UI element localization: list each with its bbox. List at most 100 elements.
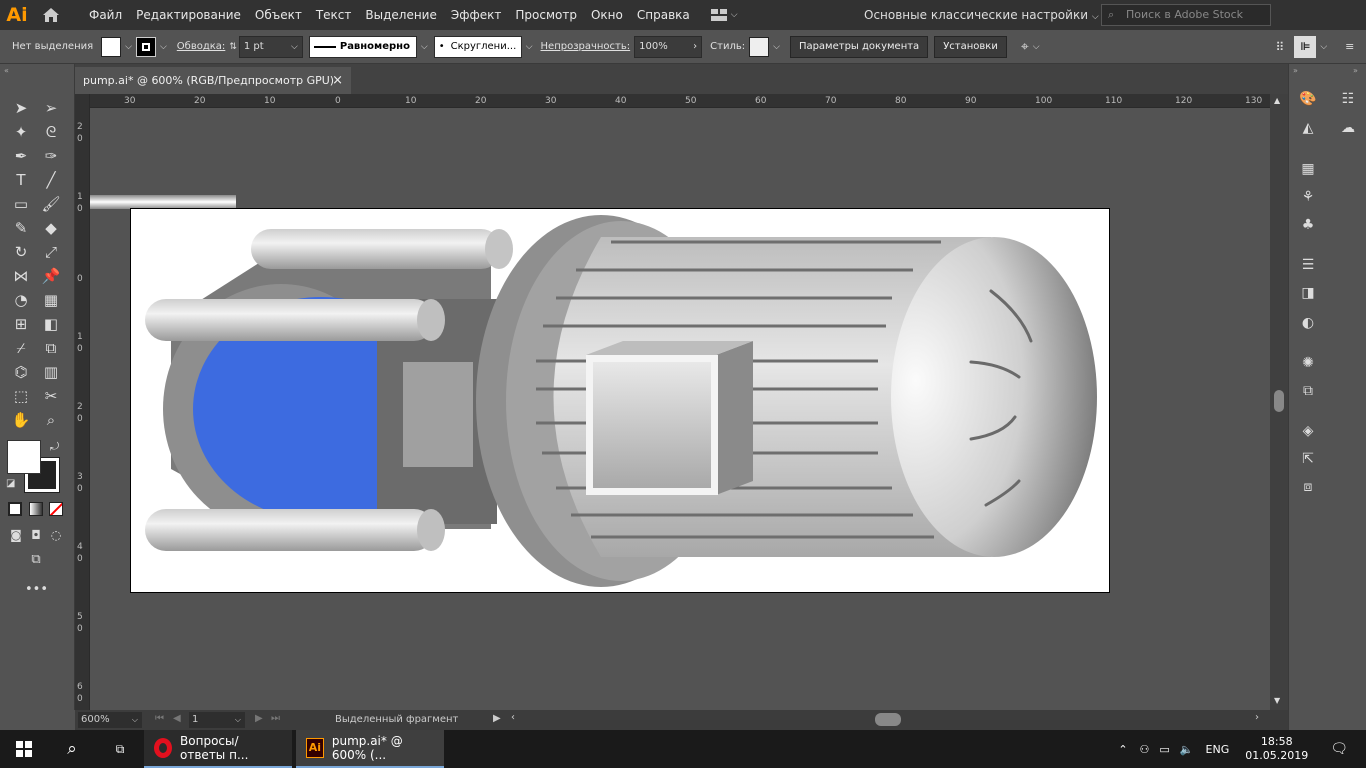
hand-tool-icon[interactable]: ✋ <box>10 409 32 431</box>
tab-pump-ai[interactable]: pump.ai* @ 600% (RGB/Предпросмотр GPU) × <box>75 67 351 94</box>
color-panel-icon[interactable]: 🎨 <box>1297 88 1319 110</box>
magic-wand-icon[interactable]: ✦ <box>10 121 32 143</box>
preferences-button[interactable]: Установки <box>934 35 1007 58</box>
stroke-swatch[interactable] <box>135 36 156 57</box>
first-artboard-icon[interactable]: ⏮ <box>155 713 164 724</box>
workspace-switcher[interactable]: Основные классические настройки ⌵ <box>864 0 1099 30</box>
scroll-left-icon[interactable]: ‹ <box>511 712 515 723</box>
align-button[interactable]: ⊫ <box>1294 35 1317 58</box>
type-tool-icon[interactable]: T <box>10 169 32 191</box>
menu-help[interactable]: Справка <box>630 0 697 30</box>
close-icon[interactable]: × <box>332 67 343 94</box>
status-menu-icon[interactable]: ▶ <box>493 713 501 724</box>
paintbrush-icon[interactable]: 🖌 <box>40 193 62 215</box>
shape-builder-icon[interactable]: ◔ <box>10 289 32 311</box>
menu-select[interactable]: Выделение <box>358 0 443 30</box>
home-button[interactable] <box>34 0 68 30</box>
slice-tool-icon[interactable]: ✂ <box>40 385 62 407</box>
menu-file[interactable]: Файл <box>82 0 129 30</box>
scroll-down-icon[interactable]: ▼ <box>1274 696 1280 705</box>
symbols-icon[interactable]: ♣ <box>1297 214 1319 236</box>
clock[interactable]: 18:58 01.05.2019 <box>1245 735 1308 763</box>
transform-icon[interactable]: ⌖ <box>1021 39 1029 55</box>
mesh-tool-icon[interactable]: ⊞ <box>10 313 32 335</box>
scroll-right-icon[interactable]: › <box>1255 712 1259 723</box>
rotate-tool-icon[interactable]: ↻ <box>10 241 32 263</box>
cc-libraries-icon[interactable]: ☁ <box>1337 117 1359 139</box>
horizontal-ruler[interactable]: 30 20 10 0 10 20 30 40 50 60 70 80 90 10… <box>90 94 1270 108</box>
fill-color-box[interactable] <box>7 440 41 474</box>
opacity-field[interactable]: 100% › <box>634 35 703 58</box>
scale-tool-icon[interactable]: ⤢ <box>40 241 62 263</box>
appearance-icon[interactable]: ✺ <box>1297 352 1319 374</box>
style-swatch[interactable] <box>749 36 770 57</box>
swatches-icon[interactable]: ▦ <box>1297 158 1319 180</box>
collapse-icon[interactable]: » <box>1293 66 1298 75</box>
zoom-select[interactable]: 600% ⌵ <box>78 712 142 728</box>
start-button[interactable] <box>0 730 48 768</box>
lasso-icon[interactable]: ᘓ <box>40 121 62 143</box>
blend-tool-icon[interactable]: ⧉ <box>40 337 62 359</box>
collapse-icon[interactable]: « <box>4 66 9 75</box>
collapse-icon[interactable]: » <box>1353 66 1358 75</box>
chevron-down-icon[interactable]: ⌵ <box>421 42 428 52</box>
brushes-icon[interactable]: ⚘ <box>1297 186 1319 208</box>
arrange-documents-button[interactable]: ⌵ <box>710 5 747 25</box>
task-view-button[interactable]: ⧉ <box>96 730 144 768</box>
color-mode-button[interactable] <box>8 502 22 516</box>
chevron-up-icon[interactable]: ⌃ <box>1118 743 1127 756</box>
menu-object[interactable]: Объект <box>248 0 309 30</box>
symbol-sprayer-icon[interactable]: ⌬ <box>10 361 32 383</box>
artboard-tool-icon[interactable]: ⬚ <box>10 385 32 407</box>
pen-tool-icon[interactable]: ✒ <box>10 145 32 167</box>
default-colors-icon[interactable]: ◪ <box>6 478 15 489</box>
chevron-down-icon[interactable]: ⌵ <box>1320 42 1327 52</box>
export-icon[interactable]: ⇱ <box>1297 448 1319 470</box>
transparency-icon[interactable]: ◐ <box>1297 312 1319 334</box>
chevron-down-icon[interactable]: ⌵ <box>125 42 132 52</box>
gradient-tool-icon[interactable]: ◧ <box>40 313 62 335</box>
stroke-stepper[interactable]: ⇅ <box>229 42 237 52</box>
rectangle-tool-icon[interactable]: ▭ <box>10 193 32 215</box>
scroll-thumb[interactable] <box>1274 390 1284 412</box>
fill-swatch[interactable] <box>101 36 122 57</box>
screen-mode-icon[interactable]: ⧉ <box>25 549 47 571</box>
taskbar-app-illustrator[interactable]: Ai pump.ai* @ 600% (... <box>296 730 444 768</box>
person-icon[interactable]: ⚇ <box>1140 743 1150 756</box>
artboards-icon[interactable]: ⧈ <box>1297 476 1319 498</box>
puppet-warp-icon[interactable]: 📌 <box>40 265 62 287</box>
scroll-up-icon[interactable]: ▲ <box>1274 96 1280 105</box>
vertical-ruler[interactable]: 2 0 1 0 0 1 0 2 0 3 0 4 0 5 0 6 0 <box>75 94 90 710</box>
grid-icon[interactable]: ⠿ <box>1276 40 1285 54</box>
more-tools-icon[interactable]: ••• <box>25 579 48 601</box>
none-mode-button[interactable] <box>49 502 63 516</box>
horizontal-scroll-thumb[interactable] <box>875 713 901 726</box>
vertical-scrollbar[interactable]: ▲ ▼ <box>1270 94 1288 710</box>
notifications-icon[interactable]: 🗨 <box>1330 741 1348 757</box>
zoom-tool-icon[interactable]: ⌕ <box>40 409 62 431</box>
menu-window[interactable]: Окно <box>584 0 630 30</box>
stroke-profile-select[interactable]: Равномерно <box>308 35 417 58</box>
width-tool-icon[interactable]: ⋈ <box>10 265 32 287</box>
panel-menu-icon[interactable]: ≡ <box>1345 40 1354 53</box>
draw-inside-icon[interactable]: ◌ <box>45 524 67 546</box>
search-button[interactable]: ⌕ <box>48 730 96 768</box>
artboard-number-field[interactable]: 1 ⌵ <box>189 712 245 728</box>
chevron-down-icon[interactable]: ⌵ <box>1033 42 1040 52</box>
perspective-grid-icon[interactable]: ▦ <box>40 289 62 311</box>
volume-icon[interactable]: 🔈 <box>1180 743 1194 756</box>
swap-colors-icon[interactable]: ⤾ <box>50 440 59 454</box>
gradient-mode-button[interactable] <box>29 502 43 516</box>
color-guide-icon[interactable]: ◭ <box>1297 117 1319 139</box>
column-graph-icon[interactable]: ▥ <box>40 361 62 383</box>
brush-select[interactable]: • Скруглени... <box>433 35 522 58</box>
curvature-tool-icon[interactable]: ✑ <box>40 145 62 167</box>
menu-edit[interactable]: Редактирование <box>129 0 248 30</box>
selection-tool-icon[interactable]: ➤ <box>10 97 32 119</box>
taskbar-app-opera[interactable]: Вопросы/ответы п... <box>144 730 292 768</box>
line-tool-icon[interactable]: ╱ <box>40 169 62 191</box>
stroke-panel-icon[interactable]: ☰ <box>1297 254 1319 276</box>
next-artboard-icon[interactable]: ▶ <box>255 713 263 724</box>
menu-view[interactable]: Просмотр <box>508 0 584 30</box>
network-icon[interactable]: ▭ <box>1159 743 1169 756</box>
